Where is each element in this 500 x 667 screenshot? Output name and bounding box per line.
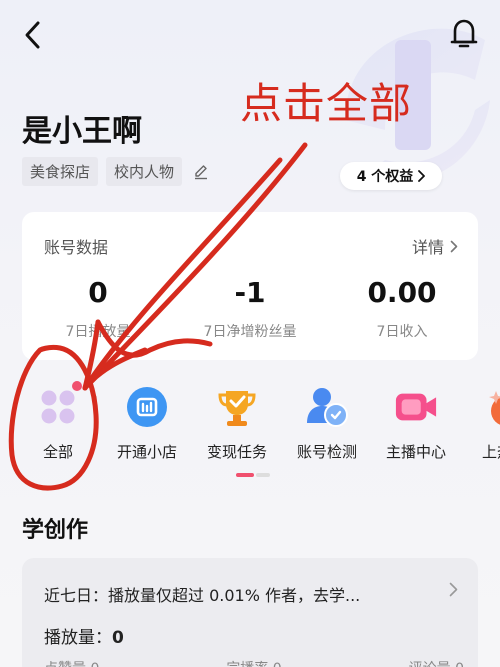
tool-label: 全部 — [42, 443, 73, 461]
fire-icon — [482, 385, 500, 429]
plays-value: 0 — [112, 628, 124, 648]
tool-label: 上热 — [482, 443, 500, 461]
scroll-indicator — [236, 473, 270, 477]
learn-card[interactable]: 近七日：播放量仅超过 0.01% 作者，去学... 播放量：0 点赞量 0 完播… — [22, 558, 478, 667]
grid-icon — [36, 381, 82, 429]
bell-icon — [450, 19, 478, 48]
section-title-learn: 学创作 — [22, 518, 89, 543]
tool-label: 账号检测 — [296, 443, 357, 461]
tool-open-shop[interactable]: 开通小店 — [102, 385, 192, 462]
plays-line: 播放量：0 — [44, 623, 124, 648]
trophy-icon — [215, 385, 259, 429]
tool-promote[interactable]: 上热 — [462, 385, 500, 462]
shop-icon — [125, 385, 169, 429]
scroll-indicator-active — [236, 473, 254, 477]
chevron-right-icon — [450, 240, 458, 252]
footer-metric: 评论量 0 — [409, 658, 464, 667]
account-check-icon — [305, 385, 349, 429]
stat-label: 7日净增粉丝量 — [203, 324, 297, 340]
camera-icon — [394, 385, 438, 429]
tool-label: 主播中心 — [385, 443, 446, 461]
account-data-card: 账号数据 详情 0 7日播放量 -1 7日净增粉丝量 0.00 7日收入 — [22, 212, 478, 360]
profile-tag: 校内人物 — [106, 157, 183, 186]
tool-account-check[interactable]: 账号检测 — [282, 385, 372, 462]
stat-label: 7日播放量 — [65, 324, 131, 340]
annotation-text: 点击全部 — [240, 79, 413, 128]
footer-metric: 点赞量 0 — [44, 658, 99, 667]
tool-label: 开通小店 — [116, 443, 177, 461]
detail-label: 详情 — [411, 238, 444, 257]
stat-plays[interactable]: 0 7日播放量 — [22, 276, 174, 341]
profile-tags: 美食探店 校内人物 — [22, 157, 212, 186]
tool-label: 变现任务 — [206, 443, 267, 461]
detail-link[interactable]: 详情 — [412, 234, 458, 258]
chevron-right-icon — [418, 170, 426, 182]
footer-metric: 完播率 0 — [226, 658, 281, 667]
notification-button[interactable] — [448, 16, 480, 52]
stat-value: 0.00 — [367, 276, 437, 309]
chevron-right-icon — [449, 582, 458, 597]
tool-streamer-center[interactable]: 主播中心 — [371, 385, 461, 462]
benefits-button[interactable]: 4 个权益 — [340, 162, 442, 190]
plays-label: 播放量： — [44, 628, 112, 648]
back-button[interactable] — [18, 18, 48, 52]
badge-dot — [72, 381, 82, 391]
stat-income[interactable]: 0.00 7日收入 — [326, 276, 478, 341]
top-bar — [0, 0, 500, 72]
scroll-indicator-track — [256, 473, 270, 477]
chevron-left-icon — [25, 21, 40, 49]
stat-value: 0 — [88, 276, 108, 309]
profile-tag: 美食探店 — [22, 157, 99, 186]
edit-icon[interactable] — [190, 161, 212, 183]
tools-row: 全部 开通小店 变现任务 账号检测 主播中心 上 — [0, 381, 500, 465]
tool-monetize[interactable]: 变现任务 — [192, 385, 282, 462]
benefits-label: 4 个权益 — [356, 169, 414, 185]
insight-text: 近七日：播放量仅超过 0.01% 作者，去学... — [44, 586, 361, 605]
learn-footer: 点赞量 0 完播率 0 评论量 0 — [44, 658, 464, 667]
profile-name: 是小王啊 — [22, 114, 142, 149]
stat-value: -1 — [234, 276, 266, 309]
card-title: 账号数据 — [44, 238, 109, 257]
stat-followers[interactable]: -1 7日净增粉丝量 — [174, 276, 326, 341]
tool-all[interactable]: 全部 — [13, 381, 103, 462]
stat-label: 7日收入 — [376, 324, 428, 340]
